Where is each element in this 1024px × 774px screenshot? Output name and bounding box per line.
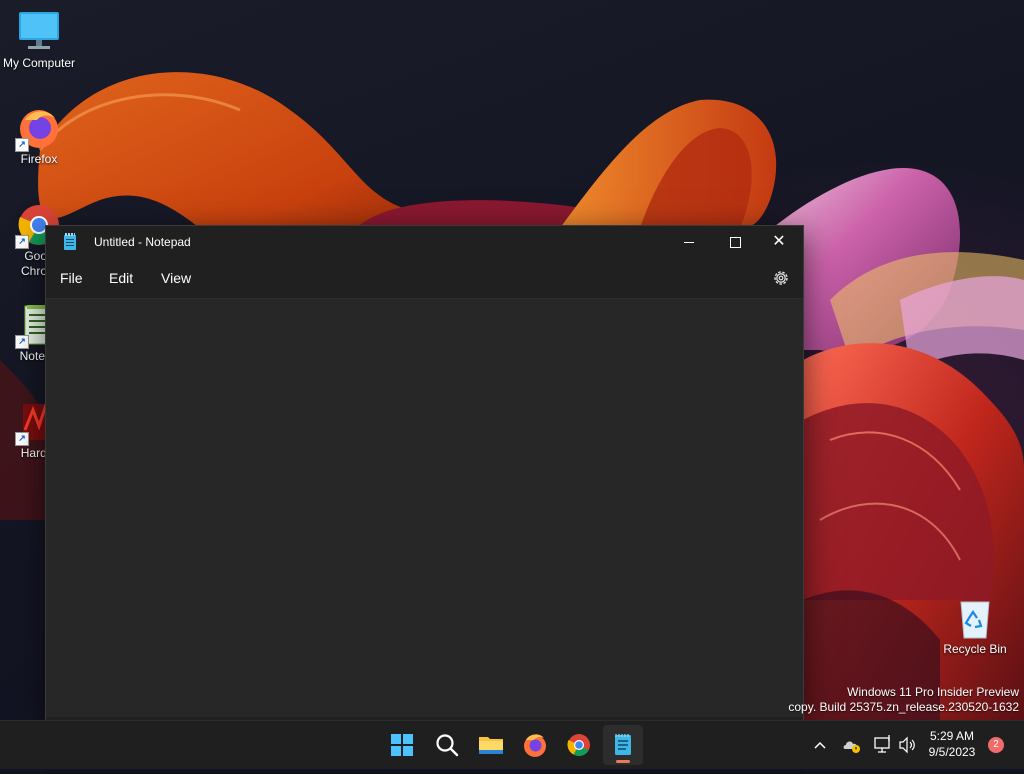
settings-gear-icon[interactable] — [771, 268, 791, 288]
onedrive-warning-icon — [843, 741, 860, 753]
chrome-taskbar-button[interactable] — [559, 725, 599, 765]
watermark-edition: Windows 11 Pro Insider Preview — [847, 685, 1019, 699]
chrome-icon — [567, 734, 590, 756]
close-button[interactable]: ✕ — [756, 226, 802, 258]
search-icon — [436, 734, 459, 757]
chevron-up-icon — [814, 741, 826, 749]
file-explorer-button[interactable] — [471, 725, 511, 765]
desktop-icon-my-computer[interactable]: My Computer — [1, 10, 77, 71]
notepad-icon — [64, 233, 76, 250]
shortcut-arrow-icon: ↗ — [15, 335, 29, 349]
clock-date: 9/5/2023 — [928, 745, 976, 759]
windows-start-icon — [391, 734, 413, 756]
menu-file[interactable]: File — [56, 268, 87, 288]
clock-time: 5:29 AM — [929, 729, 975, 743]
volume-button[interactable] — [896, 721, 918, 769]
text-editor-area[interactable] — [46, 299, 803, 721]
notification-badge[interactable]: 2 — [988, 737, 1004, 753]
file-explorer-icon — [479, 737, 503, 754]
onedrive-warning-button[interactable] — [840, 721, 864, 769]
shortcut-arrow-icon: ↗ — [15, 235, 29, 249]
desktop-icon-label: Recycle Bin — [943, 642, 1007, 656]
close-icon: ✕ — [772, 233, 786, 250]
network-icon — [874, 735, 890, 753]
active-app-indicator — [616, 760, 630, 763]
notepad-icon — [615, 734, 631, 755]
network-button[interactable] — [872, 721, 894, 769]
window-title: Untitled - Notepad — [94, 235, 191, 249]
menu-bar: File Edit View — [46, 258, 803, 299]
menu-view[interactable]: View — [157, 268, 195, 288]
notepad-taskbar-button[interactable] — [603, 725, 643, 765]
recycle-bin-icon — [953, 596, 997, 640]
desktop-icon-firefox[interactable]: ↗ Firefox — [1, 106, 77, 167]
taskbar: 5:29 AM 9/5/2023 2 — [0, 720, 1024, 769]
clock-button[interactable]: 5:29 AM 9/5/2023 — [924, 728, 980, 760]
watermark-build: copy. Build 25375.zn_release.230520-1632 — [788, 700, 1019, 714]
menu-edit[interactable]: Edit — [105, 268, 137, 288]
title-bar[interactable]: Untitled - Notepad ✕ — [46, 226, 803, 258]
minimize-button[interactable] — [666, 226, 712, 258]
shortcut-arrow-icon: ↗ — [15, 432, 29, 446]
search-button[interactable] — [427, 725, 467, 765]
firefox-taskbar-button[interactable] — [515, 725, 555, 765]
desktop-icon-recycle-bin[interactable]: Recycle Bin — [937, 596, 1013, 657]
shortcut-arrow-icon: ↗ — [15, 138, 29, 152]
firefox-icon: ↗ — [15, 106, 61, 152]
volume-icon — [899, 736, 915, 754]
desktop-icon-label: Firefox — [20, 152, 58, 166]
windows-watermark: Windows 11 Pro Insider Preview copy. Bui… — [788, 685, 1019, 715]
computer-icon — [17, 10, 61, 54]
tray-overflow-button[interactable] — [808, 721, 832, 769]
notepad-window[interactable]: Untitled - Notepad ✕ File Edit View — [45, 225, 804, 722]
start-button[interactable] — [382, 725, 422, 765]
minimize-icon — [684, 242, 694, 244]
maximize-icon — [729, 237, 741, 249]
maximize-button[interactable] — [712, 226, 758, 258]
desktop-icon-label: My Computer — [2, 56, 76, 70]
firefox-icon — [524, 734, 546, 757]
